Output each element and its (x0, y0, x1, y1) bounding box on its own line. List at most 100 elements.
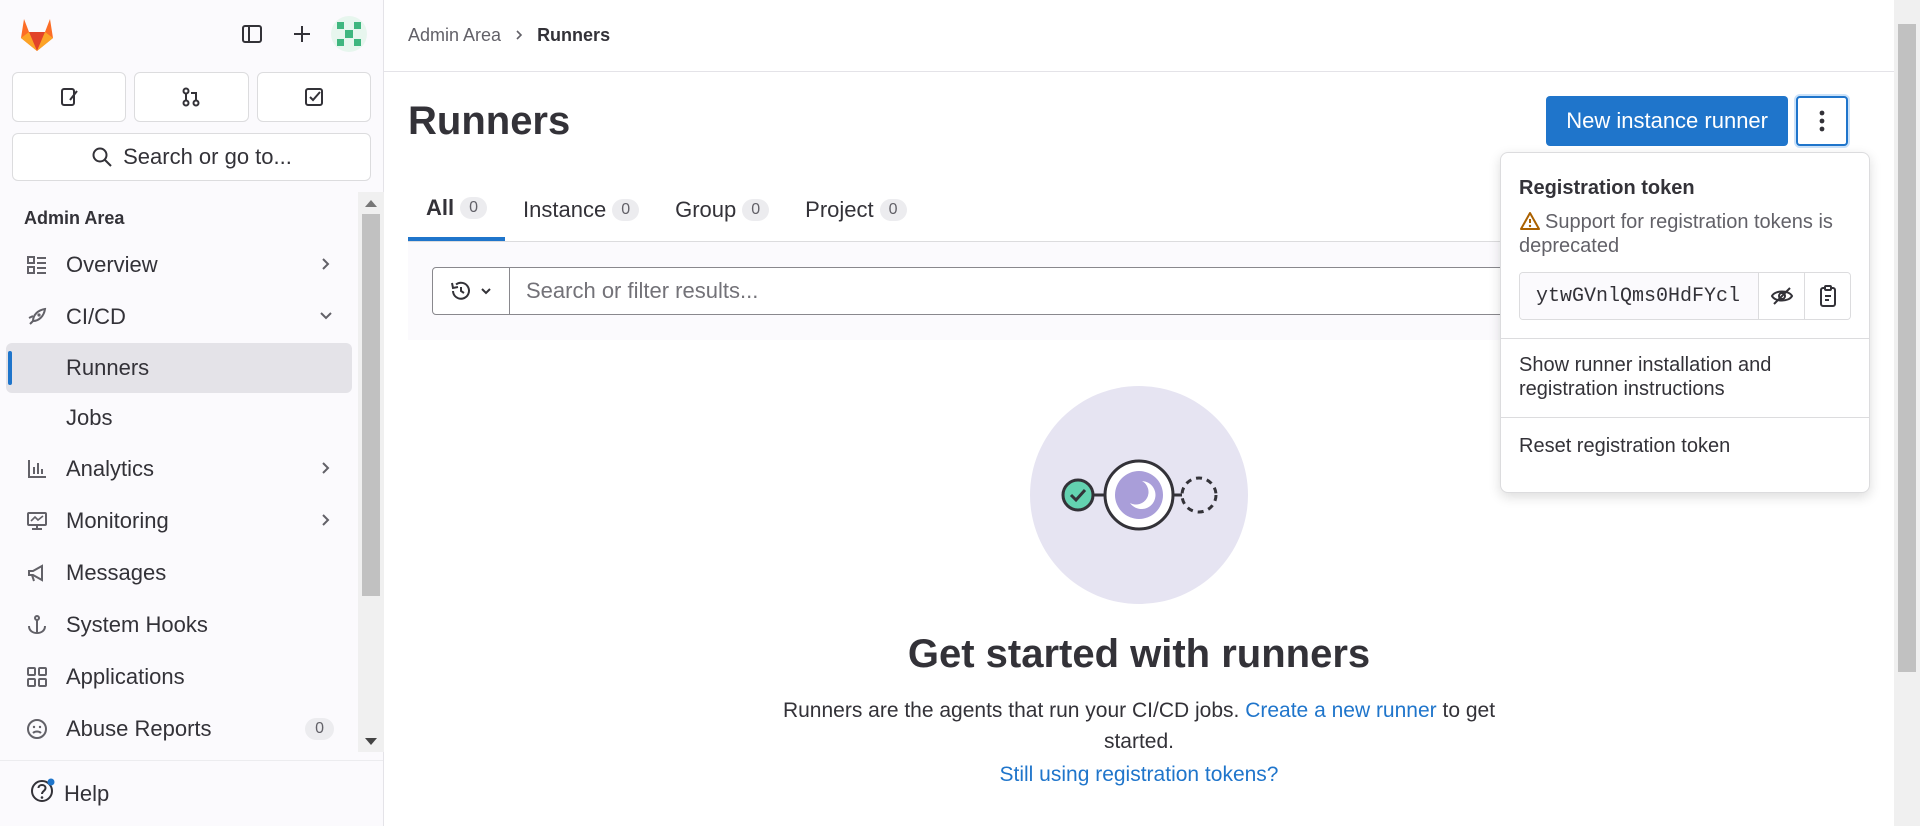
sidebar-scrollbar[interactable] (358, 192, 384, 752)
search-label: Search or go to... (123, 144, 292, 169)
registration-tokens-link[interactable]: Still using registration tokens? (749, 759, 1529, 790)
tab-group[interactable]: Group 0 (657, 178, 787, 241)
applications-icon (24, 664, 50, 690)
sidebar-item-monitoring[interactable]: Monitoring (0, 495, 358, 547)
help-icon (28, 777, 56, 811)
sidebar: Search or go to... Admin Area Overview C… (0, 0, 384, 826)
toggle-token-visibility-button[interactable] (1758, 273, 1804, 319)
warning-text: Support for registration tokens is depre… (1519, 211, 1833, 257)
token-field-group (1519, 272, 1851, 320)
abuse-reports-count: 0 (305, 718, 334, 740)
tab-label: Project (805, 196, 874, 222)
help-button[interactable]: Help (0, 760, 383, 826)
megaphone-icon (24, 560, 50, 586)
tab-count: 0 (742, 198, 770, 221)
dropdown-title: Registration token (1519, 177, 1695, 199)
breadcrumb-admin-area[interactable]: Admin Area (408, 25, 501, 46)
history-icon (451, 281, 470, 300)
recent-searches-button[interactable] (432, 267, 510, 315)
sidebar-item-overview[interactable]: Overview (0, 239, 358, 291)
page-header: Runners New instance runner (408, 96, 1870, 146)
kebab-icon (1819, 110, 1825, 132)
sidebar-item-label: System Hooks (66, 612, 208, 637)
gitlab-logo-icon[interactable] (16, 13, 58, 55)
rocket-icon (24, 304, 50, 330)
merge-request-icon (182, 87, 200, 107)
page-scrollbar[interactable] (1894, 0, 1920, 826)
tab-instance[interactable]: Instance 0 (505, 178, 657, 241)
runners-illustration (1030, 386, 1248, 604)
reset-token-item[interactable]: Reset registration token (1501, 418, 1869, 474)
registration-token-field[interactable] (1520, 273, 1758, 319)
sidebar-item-label: Runners (66, 355, 150, 380)
new-instance-runner-button[interactable]: New instance runner (1546, 96, 1788, 146)
user-avatar[interactable] (331, 16, 367, 52)
overview-icon (24, 252, 50, 278)
sidebar-item-label: Applications (66, 664, 185, 689)
copy-token-button[interactable] (1804, 273, 1850, 319)
issues-counter-button[interactable] (12, 72, 127, 122)
tab-label: All (426, 194, 455, 220)
search-button[interactable]: Search or go to... (12, 133, 371, 181)
chevron-right-icon (318, 252, 334, 278)
chevron-right-icon (318, 456, 334, 482)
sidebar-item-label: Abuse Reports (66, 716, 212, 741)
merge-requests-counter-button[interactable] (134, 72, 249, 122)
tab-count: 0 (612, 198, 640, 221)
help-label: Help (64, 780, 110, 806)
sidebar-item-abuse-reports[interactable]: Abuse Reports 0 (0, 703, 358, 755)
chevron-down-icon (481, 288, 491, 295)
warning-icon (1520, 212, 1540, 230)
empty-state-description: Runners are the agents that run your CI/… (749, 695, 1529, 790)
tab-label: Instance (523, 196, 607, 222)
sidebar-item-label: CI/CD (66, 304, 126, 329)
chevron-right-icon (318, 508, 334, 534)
more-actions-button[interactable] (1796, 96, 1848, 146)
sidebar-item-label: Analytics (66, 456, 155, 481)
sidebar-header (0, 0, 383, 68)
issues-icon (61, 88, 78, 106)
tab-all[interactable]: All 0 (408, 178, 506, 241)
create-new-icon[interactable] (281, 13, 323, 55)
sidebar-item-label: Messages (66, 560, 167, 585)
sidebar-item-applications[interactable]: Applications (0, 651, 358, 703)
chevron-down-icon (318, 304, 334, 330)
search-icon (92, 147, 112, 167)
sidebar-nav: Admin Area Overview CI/CD Runners Jobs A… (0, 192, 358, 760)
scroll-up-icon[interactable] (365, 200, 377, 207)
sidebar-item-jobs[interactable]: Jobs (0, 393, 358, 443)
create-runner-link[interactable]: Create a new runner (1245, 699, 1436, 722)
toggle-sidebar-icon[interactable] (231, 13, 273, 55)
todos-counter-button[interactable] (256, 72, 371, 122)
tab-label: Group (675, 196, 737, 222)
sidebar-item-system-hooks[interactable]: System Hooks (0, 599, 358, 651)
monitor-icon (24, 508, 50, 534)
registration-token-dropdown: Registration token Support for registrat… (1500, 152, 1870, 493)
chevron-right-icon (513, 25, 525, 46)
sidebar-item-label: Jobs (66, 405, 113, 430)
sidebar-item-label: Monitoring (66, 508, 169, 533)
anchor-icon (24, 612, 50, 638)
sidebar-item-analytics[interactable]: Analytics (0, 443, 358, 495)
breadcrumb-runners[interactable]: Runners (537, 25, 610, 46)
tab-project[interactable]: Project 0 (787, 178, 924, 241)
sidebar-item-messages[interactable]: Messages (0, 547, 358, 599)
todo-icon (304, 88, 323, 106)
sidebar-item-label: Overview (66, 252, 158, 277)
show-instructions-item[interactable]: Show runner installation and registratio… (1501, 339, 1869, 417)
sidebar-item-runners[interactable]: Runners (6, 343, 352, 393)
tab-count: 0 (460, 196, 488, 219)
scroll-down-icon[interactable] (365, 738, 377, 745)
chart-icon (24, 456, 50, 482)
empty-desc-text: Runners are the agents that run your CI/… (782, 699, 1246, 722)
sidebar-item-cicd[interactable]: CI/CD (0, 291, 358, 343)
nav-section-title: Admin Area (24, 208, 125, 228)
clipboard-icon (1819, 285, 1836, 307)
empty-state-title: Get started with runners (907, 632, 1371, 676)
sidebar-scroll-thumb[interactable] (362, 214, 380, 596)
page-scroll-thumb[interactable] (1898, 24, 1916, 672)
breadcrumb: Admin Area Runners (384, 0, 1894, 72)
tab-count: 0 (879, 198, 907, 221)
deprecation-warning: Support for registration tokens is depre… (1519, 210, 1851, 258)
sad-face-icon (24, 716, 50, 742)
